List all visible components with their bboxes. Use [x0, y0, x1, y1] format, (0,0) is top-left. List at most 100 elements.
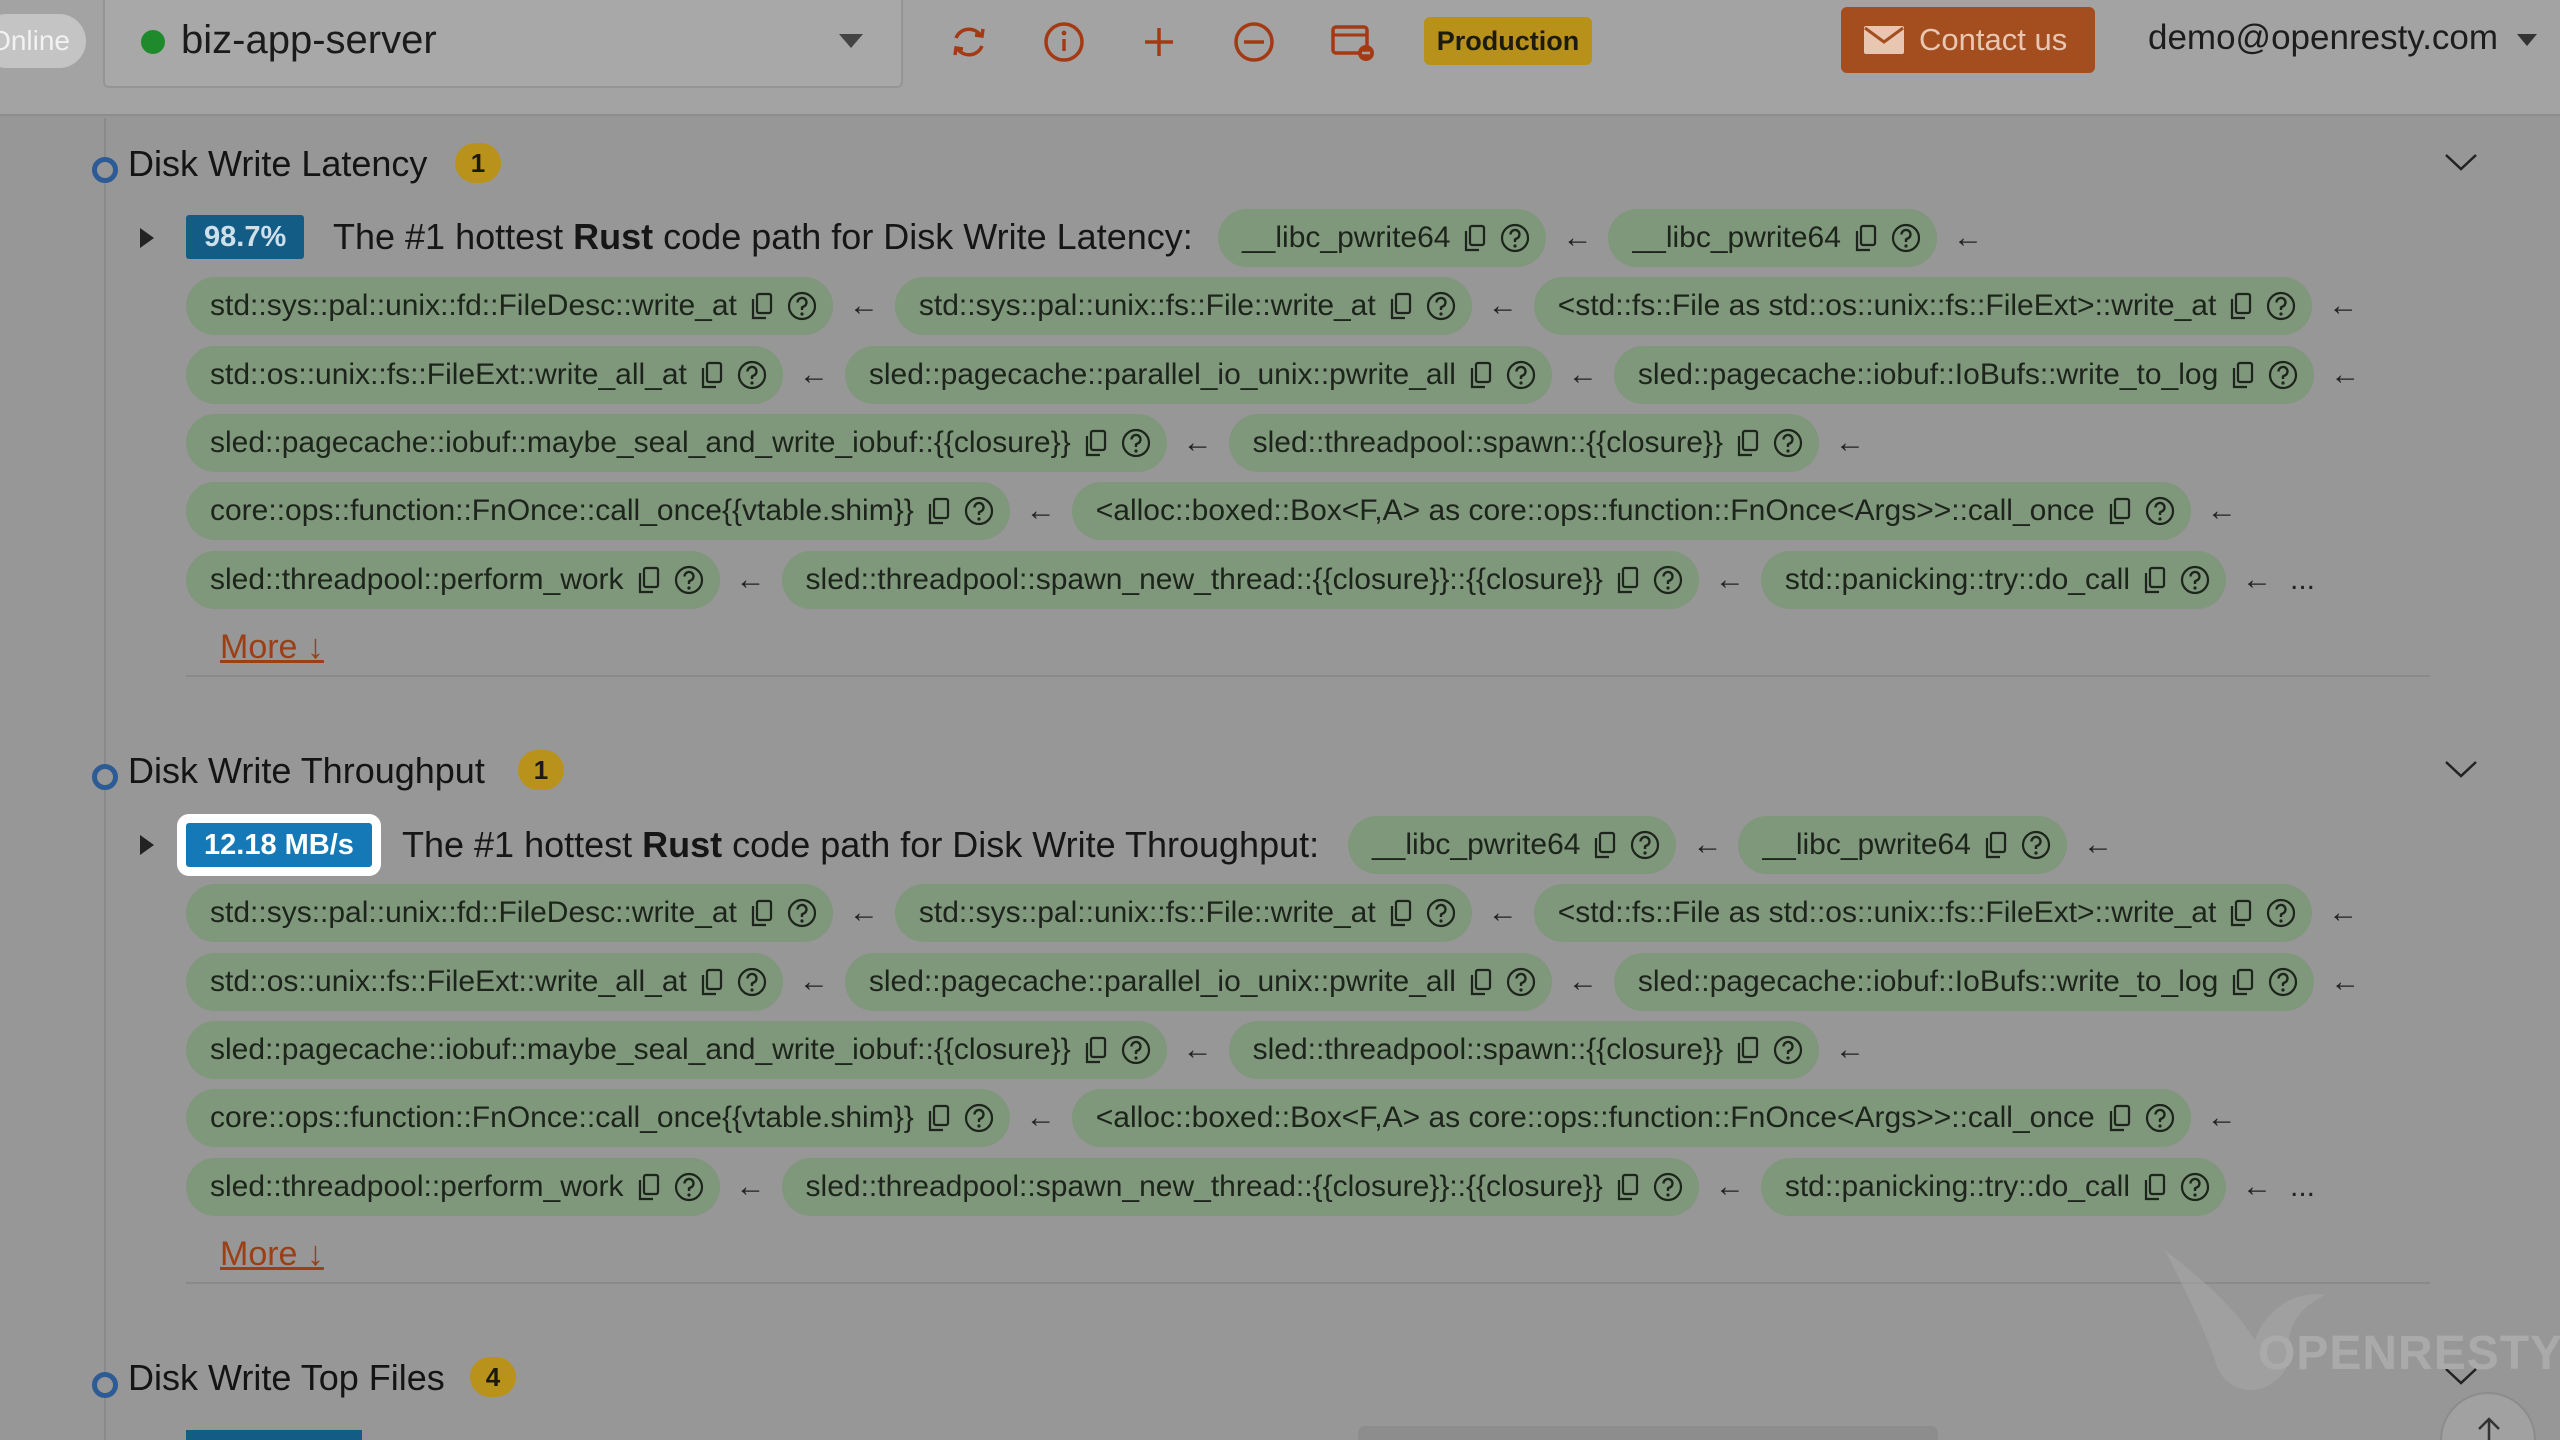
- copy-icon[interactable]: [1617, 566, 1639, 594]
- frame-chip[interactable]: core::ops::function::FnOnce::call_once{{…: [186, 482, 1010, 540]
- help-icon[interactable]: [1653, 565, 1683, 595]
- user-menu[interactable]: demo@openresty.com: [2148, 18, 2498, 58]
- copy-icon[interactable]: [1390, 899, 1412, 927]
- help-icon[interactable]: [1773, 428, 1803, 458]
- copy-icon[interactable]: [2144, 566, 2166, 594]
- minus-circle-icon[interactable]: [1230, 18, 1278, 66]
- frame-chip[interactable]: sled::threadpool::spawn::{{closure}}: [1228, 1021, 1819, 1079]
- help-icon[interactable]: [674, 1172, 704, 1202]
- copy-icon[interactable]: [1985, 831, 2007, 859]
- copy-icon[interactable]: [1594, 831, 1616, 859]
- help-icon[interactable]: [1630, 830, 1660, 860]
- help-icon[interactable]: [2266, 898, 2296, 928]
- copy-icon[interactable]: [2230, 899, 2252, 927]
- frame-chip[interactable]: core::ops::function::FnOnce::call_once{{…: [186, 1089, 1010, 1147]
- help-icon[interactable]: [737, 967, 767, 997]
- chevron-down-icon[interactable]: [2444, 759, 2478, 779]
- frame-chip[interactable]: __libc_pwrite64: [1348, 816, 1677, 874]
- copy-icon[interactable]: [2109, 1104, 2131, 1132]
- frame-chip[interactable]: std::os::unix::fs::FileExt::write_all_at: [186, 346, 783, 404]
- frame-chip[interactable]: sled::threadpool::spawn::{{closure}}: [1228, 414, 1819, 472]
- frame-chip[interactable]: sled::threadpool::perform_work: [186, 1158, 720, 1216]
- copy-icon[interactable]: [701, 968, 723, 996]
- frame-chip[interactable]: sled::pagecache::iobuf::maybe_seal_and_w…: [186, 1021, 1167, 1079]
- plus-icon[interactable]: [1135, 18, 1183, 66]
- chevron-down-icon[interactable]: [2444, 152, 2478, 172]
- help-icon[interactable]: [1426, 898, 1456, 928]
- copy-icon[interactable]: [751, 899, 773, 927]
- help-icon[interactable]: [1506, 360, 1536, 390]
- frame-chip[interactable]: std::os::unix::fs::FileExt::write_all_at: [186, 953, 783, 1011]
- expand-triangle-icon[interactable]: [140, 835, 154, 855]
- frame-chip[interactable]: std::sys::pal::unix::fd::FileDesc::write…: [186, 277, 833, 335]
- copy-icon[interactable]: [2232, 968, 2254, 996]
- frame-chip[interactable]: __libc_pwrite64: [1608, 209, 1937, 267]
- copy-icon[interactable]: [1470, 361, 1492, 389]
- refresh-icon[interactable]: [945, 18, 993, 66]
- frame-chip[interactable]: sled::pagecache::iobuf::maybe_seal_and_w…: [186, 414, 1167, 472]
- help-icon[interactable]: [964, 496, 994, 526]
- copy-icon[interactable]: [1085, 1036, 1107, 1064]
- chevron-down-icon[interactable]: [2517, 34, 2537, 46]
- help-icon[interactable]: [1121, 1035, 1151, 1065]
- server-selector[interactable]: biz-app-server: [103, 0, 903, 88]
- help-icon[interactable]: [1653, 1172, 1683, 1202]
- copy-icon[interactable]: [2109, 497, 2131, 525]
- help-icon[interactable]: [1500, 223, 1530, 253]
- frame-chip[interactable]: __libc_pwrite64: [1218, 209, 1547, 267]
- frame-chip[interactable]: sled::pagecache::parallel_io_unix::pwrit…: [844, 346, 1552, 404]
- window-close-icon[interactable]: [1328, 18, 1376, 66]
- copy-icon[interactable]: [1390, 292, 1412, 320]
- copy-icon[interactable]: [1470, 968, 1492, 996]
- copy-icon[interactable]: [701, 361, 723, 389]
- help-icon[interactable]: [2145, 1103, 2175, 1133]
- copy-icon[interactable]: [1464, 224, 1486, 252]
- help-icon[interactable]: [787, 898, 817, 928]
- copy-icon[interactable]: [928, 1104, 950, 1132]
- help-icon[interactable]: [964, 1103, 994, 1133]
- expand-triangle-icon[interactable]: [140, 228, 154, 248]
- copy-icon[interactable]: [1085, 429, 1107, 457]
- help-icon[interactable]: [2180, 1172, 2210, 1202]
- help-icon[interactable]: [2268, 967, 2298, 997]
- frame-chip[interactable]: <alloc::boxed::Box<F,A> as core::ops::fu…: [1071, 1089, 2191, 1147]
- copy-icon[interactable]: [638, 566, 660, 594]
- frame-chip[interactable]: sled::threadpool::perform_work: [186, 551, 720, 609]
- frame-chip[interactable]: <std::fs::File as std::os::unix::fs::Fil…: [1533, 884, 2313, 942]
- frame-chip[interactable]: <alloc::boxed::Box<F,A> as core::ops::fu…: [1071, 482, 2191, 540]
- frame-chip[interactable]: std::sys::pal::unix::fs::File::write_at: [894, 277, 1472, 335]
- help-icon[interactable]: [2021, 830, 2051, 860]
- frame-chip[interactable]: sled::pagecache::parallel_io_unix::pwrit…: [844, 953, 1552, 1011]
- copy-icon[interactable]: [928, 497, 950, 525]
- frame-chip[interactable]: sled::pagecache::iobuf::IoBufs::write_to…: [1613, 346, 2315, 404]
- copy-icon[interactable]: [1617, 1173, 1639, 1201]
- frame-chip[interactable]: sled::threadpool::spawn_new_thread::{{cl…: [781, 551, 1699, 609]
- copy-icon[interactable]: [638, 1173, 660, 1201]
- more-link[interactable]: More ↓: [220, 1235, 324, 1274]
- help-icon[interactable]: [1426, 291, 1456, 321]
- help-icon[interactable]: [2268, 360, 2298, 390]
- help-icon[interactable]: [1891, 223, 1921, 253]
- info-icon[interactable]: [1040, 18, 1088, 66]
- help-icon[interactable]: [1506, 967, 1536, 997]
- copy-icon[interactable]: [1855, 224, 1877, 252]
- copy-icon[interactable]: [751, 292, 773, 320]
- frame-chip[interactable]: sled::threadpool::spawn_new_thread::{{cl…: [781, 1158, 1699, 1216]
- help-icon[interactable]: [2145, 496, 2175, 526]
- copy-icon[interactable]: [2232, 361, 2254, 389]
- help-icon[interactable]: [1773, 1035, 1803, 1065]
- frame-chip[interactable]: std::panicking::try::do_call: [1760, 1158, 2226, 1216]
- help-icon[interactable]: [787, 291, 817, 321]
- copy-icon[interactable]: [1737, 429, 1759, 457]
- frame-chip[interactable]: <std::fs::File as std::os::unix::fs::Fil…: [1533, 277, 2313, 335]
- copy-icon[interactable]: [2230, 292, 2252, 320]
- frame-chip[interactable]: std::sys::pal::unix::fs::File::write_at: [894, 884, 1472, 942]
- copy-icon[interactable]: [2144, 1173, 2166, 1201]
- help-icon[interactable]: [2180, 565, 2210, 595]
- help-icon[interactable]: [737, 360, 767, 390]
- help-icon[interactable]: [2266, 291, 2296, 321]
- more-link[interactable]: More ↓: [220, 628, 324, 667]
- help-icon[interactable]: [1121, 428, 1151, 458]
- frame-chip[interactable]: sled::pagecache::iobuf::IoBufs::write_to…: [1613, 953, 2315, 1011]
- contact-us-button[interactable]: Contact us: [1841, 7, 2095, 73]
